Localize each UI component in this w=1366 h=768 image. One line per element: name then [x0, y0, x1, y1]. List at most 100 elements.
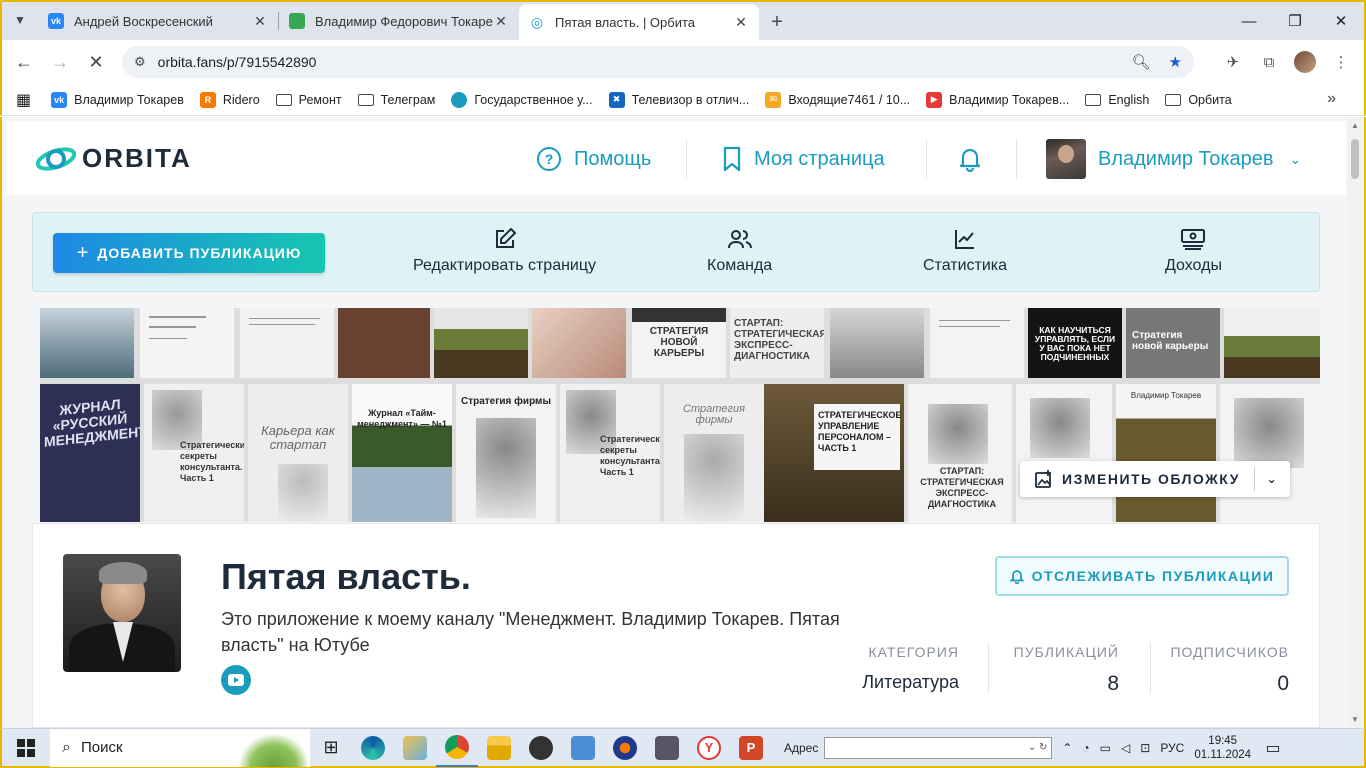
- close-tab-icon[interactable]: ✕: [733, 14, 749, 31]
- income-button[interactable]: Доходы: [1165, 225, 1222, 275]
- avito-icon: ✖: [608, 91, 625, 108]
- browser-toolbar: ← → ✕ ⚙ orbita.fans/p/7915542890 🔍︎ ★ ✈ …: [0, 40, 1366, 84]
- bookmark-label: English: [1108, 92, 1150, 107]
- minimize-icon[interactable]: —: [1226, 2, 1272, 40]
- yandex-browser-icon[interactable]: Y: [688, 729, 730, 767]
- file-explorer-icon[interactable]: [478, 729, 520, 767]
- dropdown-icon[interactable]: ⌄ ↻: [1028, 742, 1048, 753]
- notifications-icon[interactable]: ▭: [1251, 738, 1295, 758]
- obs-icon[interactable]: [520, 729, 562, 767]
- audacity-icon[interactable]: [604, 729, 646, 767]
- clock[interactable]: 19:45 01.11.2024: [1194, 734, 1251, 762]
- folder-icon: [357, 93, 374, 106]
- help-icon: ?: [536, 146, 562, 172]
- bookmark-folder[interactable]: English: [1085, 93, 1149, 107]
- bookmarks-bar: ▦ vk Владимир Токарев R Ridero Ремонт Теле…: [0, 84, 1366, 116]
- user-menu[interactable]: Владимир Токарев ⌄: [1046, 139, 1301, 179]
- close-window-icon[interactable]: ✕: [1318, 2, 1364, 40]
- task-view-icon[interactable]: ⊞: [310, 729, 352, 767]
- chevron-down-icon[interactable]: ⌄: [1255, 472, 1290, 486]
- vk-icon: vk: [48, 13, 64, 29]
- bookmark-icon: [722, 146, 742, 172]
- cover-title: Владимир Токарев: [1130, 391, 1202, 400]
- cover-book-painting: [532, 308, 626, 378]
- clock-time: 19:45: [1208, 734, 1238, 747]
- stop-loading-icon[interactable]: ✕: [78, 44, 114, 80]
- change-cover-button[interactable]: ИЗМЕНИТЬ ОБЛОЖКУ ⌄: [1020, 461, 1290, 497]
- page-content: ORBITA ? Помощь Моя страница Владимир То…: [0, 117, 1366, 728]
- scrollbar-thumb[interactable]: [1351, 139, 1359, 179]
- volume-icon[interactable]: ◁: [1121, 741, 1130, 755]
- extension-icon[interactable]: ✈: [1222, 51, 1244, 73]
- page-scrollbar[interactable]: ▲ ▼: [1348, 117, 1362, 728]
- bookmark-label: Ремонт: [298, 92, 342, 107]
- notifications-button[interactable]: [958, 141, 994, 177]
- cover-book-startup: СТАРТАП: СТРАТЕГИЧЕСКАЯ ЭКСПРЕСС-ДИАГНОС…: [908, 384, 1012, 522]
- zoom-icon[interactable]: 🔍︎: [1132, 53, 1151, 71]
- folder-icon: [275, 93, 292, 106]
- scroll-down-icon[interactable]: ▼: [1351, 715, 1359, 724]
- language-indicator[interactable]: РУС: [1160, 741, 1184, 755]
- stat-value[interactable]: Литература: [862, 672, 959, 693]
- more-bookmarks-icon[interactable]: »: [1327, 90, 1336, 108]
- taskbar-search[interactable]: ⌕ Поиск: [50, 728, 310, 767]
- forward-icon[interactable]: →: [42, 44, 78, 80]
- team-button[interactable]: Команда: [707, 225, 772, 275]
- control-panel-icon[interactable]: [562, 729, 604, 767]
- restore-icon[interactable]: ❐: [1272, 2, 1318, 40]
- statistics-button[interactable]: Статистика: [923, 225, 1007, 275]
- powerpoint-icon[interactable]: P: [730, 729, 772, 767]
- scroll-up-icon[interactable]: ▲: [1351, 121, 1359, 130]
- my-page-link[interactable]: Моя страница: [722, 141, 885, 177]
- bookmark-item[interactable]: R Ridero: [199, 91, 260, 108]
- movie-maker-icon[interactable]: [646, 729, 688, 767]
- bookmark-item[interactable]: ✉ Входящие7461 / 10...: [765, 91, 910, 108]
- edge-icon[interactable]: [352, 729, 394, 767]
- follow-publications-button[interactable]: ОТСЛЕЖИВАТЬ ПУБЛИКАЦИИ: [995, 556, 1289, 596]
- bookmark-item[interactable]: vk Владимир Токарев: [51, 91, 184, 108]
- profile-avatar[interactable]: [1294, 51, 1316, 73]
- new-tab-button[interactable]: +: [759, 4, 795, 40]
- close-tab-icon[interactable]: ✕: [493, 13, 509, 30]
- chrome-icon[interactable]: [436, 729, 478, 767]
- browser-tab-2[interactable]: Владимир Федорович Токарев ✕: [279, 4, 519, 38]
- bookmark-item[interactable]: ✖ Телевизор в отлич...: [608, 91, 749, 108]
- add-publication-button[interactable]: + ДОБАВИТЬ ПУБЛИКАЦИЮ: [53, 233, 325, 273]
- bookmark-star-icon[interactable]: ★: [1169, 53, 1182, 71]
- edit-page-label: Редактировать страницу: [413, 257, 597, 274]
- menu-dots-icon[interactable]: ⋮: [1330, 51, 1352, 73]
- divider: [926, 139, 927, 179]
- divider: [1016, 139, 1017, 179]
- apps-grid-icon[interactable]: ▦: [16, 90, 31, 110]
- address-toolbar-input[interactable]: ⌄ ↻: [824, 736, 1053, 759]
- bookmark-folder[interactable]: Телеграм: [357, 93, 435, 107]
- help-link[interactable]: ? Помощь: [536, 141, 651, 177]
- youtube-link[interactable]: [221, 665, 251, 695]
- back-icon[interactable]: ←: [6, 44, 42, 80]
- cover-book-brown: [338, 308, 430, 378]
- browser-tab-3-active[interactable]: ◎ Пятая власть. | Орбита ✕: [519, 4, 759, 40]
- browser-tab-1[interactable]: vk Андрей Воскресенский ✕: [38, 4, 278, 38]
- input-icon[interactable]: ⊡: [1140, 741, 1150, 755]
- bookmark-item[interactable]: Государственное у...: [451, 91, 593, 108]
- site-header: ORBITA ? Помощь Моя страница Владимир То…: [6, 121, 1346, 195]
- bookmark-folder[interactable]: Ремонт: [275, 92, 342, 107]
- orbita-logo[interactable]: ORBITA: [34, 143, 192, 174]
- tab-search-icon[interactable]: ▼: [2, 0, 38, 40]
- wifi-icon[interactable]: ◔: [1082, 741, 1089, 755]
- bookmark-folder[interactable]: Орбита: [1165, 93, 1232, 107]
- site-info-icon[interactable]: ⚙: [134, 54, 146, 70]
- url-text[interactable]: orbita.fans/p/7915542890: [158, 54, 1114, 70]
- start-button[interactable]: [2, 729, 50, 767]
- extensions-puzzle-icon[interactable]: ⧉: [1258, 51, 1280, 73]
- show-hidden-icons-icon[interactable]: ⌃: [1062, 741, 1072, 755]
- cover-book-portrait: [830, 308, 924, 378]
- battery-icon[interactable]: ▭: [1100, 741, 1111, 755]
- plus-icon: +: [76, 241, 90, 264]
- edit-page-button[interactable]: Редактировать страницу: [413, 225, 596, 275]
- paint-icon[interactable]: [394, 729, 436, 767]
- address-bar[interactable]: ⚙ orbita.fans/p/7915542890 🔍︎ ★: [122, 46, 1194, 78]
- close-tab-icon[interactable]: ✕: [252, 13, 268, 30]
- search-placeholder: Поиск: [80, 739, 123, 756]
- bookmark-item[interactable]: ▶ Владимир Токарев...: [926, 91, 1069, 108]
